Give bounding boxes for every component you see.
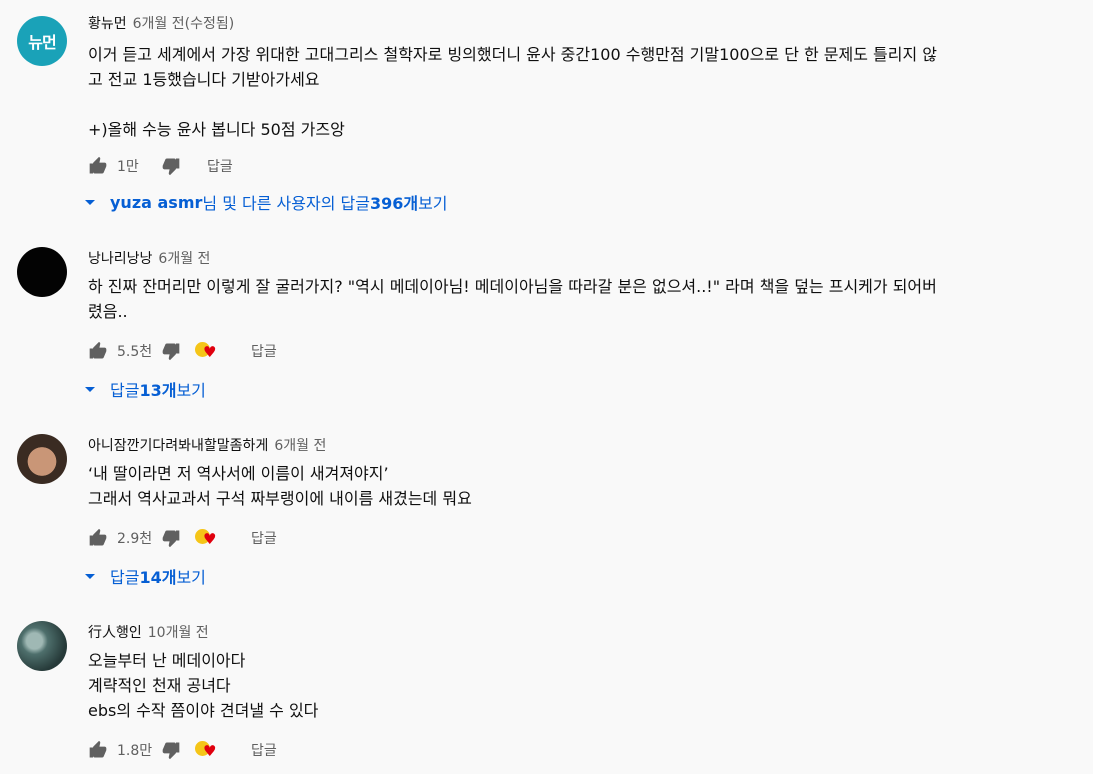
thumb-up-icon[interactable] (88, 740, 108, 760)
view-replies-button[interactable]: 답글 14개 보기 (85, 564, 206, 588)
author-name[interactable]: 行人행인 (88, 625, 142, 641)
creator-heart-icon: ♥ (195, 526, 221, 550)
comment-text: ‘내 딸이라면 저 역사서에 이름이 새겨져야지’ 그래서 역사교과서 구석 짜… (88, 464, 472, 508)
comment-text: 하 진짜 잔머리만 이렇게 잘 굴러가지? "역시 메데이아님! 메데이아님을 … (88, 277, 937, 321)
replies-tail: 보기 (418, 194, 448, 213)
comment-meta: 황뉴먼 6개월 전(수정됨) (88, 13, 234, 33)
avatar[interactable] (17, 434, 67, 484)
author-name[interactable]: 낭나리낭낭 (88, 251, 152, 267)
replies-count: 396개 (369, 194, 419, 213)
replies-text: 답글 (110, 381, 140, 400)
thumb-up-icon[interactable] (88, 341, 108, 361)
comment-actions: 1만 답글 (88, 154, 233, 178)
reply-button[interactable]: 답글 (207, 156, 233, 176)
thumb-down-icon[interactable] (161, 156, 181, 176)
view-replies-button[interactable]: yuza asmr 님 및 다른 사용자의 답글 396개 보기 (85, 190, 448, 214)
thumb-down-icon[interactable] (161, 740, 181, 760)
reply-button[interactable]: 답글 (251, 740, 277, 760)
thumb-down-icon[interactable] (161, 528, 181, 548)
view-replies-button[interactable]: 답글 13개 보기 (85, 377, 206, 401)
replies-tail: 보기 (176, 381, 206, 400)
replies-tail: 보기 (176, 568, 206, 587)
caret-down-icon (85, 573, 95, 579)
comment-meta: 낭나리낭낭 6개월 전 (88, 248, 210, 268)
like-count: 1.8만 (117, 743, 153, 759)
comment-time[interactable]: 6개월 전 (274, 438, 326, 454)
comment-actions: 2.9천 ♥ 답글 (88, 526, 277, 550)
reply-button[interactable]: 답글 (251, 341, 277, 361)
comment-time[interactable]: 10개월 전 (148, 625, 209, 641)
creator-heart-icon: ♥ (195, 339, 221, 363)
replies-text: 답글 (110, 568, 140, 587)
like-count: 1만 (117, 159, 139, 175)
replies-count: 14개 (139, 568, 177, 587)
avatar[interactable] (17, 621, 67, 671)
avatar[interactable]: 뉴먼 (17, 16, 67, 66)
thumb-up-icon[interactable] (88, 156, 108, 176)
comment-actions: 1.8만 ♥ 답글 (88, 738, 277, 762)
comment-meta: 行人행인 10개월 전 (88, 622, 209, 642)
comment-text: 오늘부터 난 메데이아다 계략적인 천재 공녀다 ebs의 수작 쯤이야 견뎌낼… (88, 651, 319, 720)
caret-down-icon (85, 386, 95, 392)
reply-author: yuza asmr (110, 192, 203, 212)
comment-text: 이거 듣고 세계에서 가장 위대한 고대그리스 철학자로 빙의했더니 윤사 중간… (88, 45, 938, 139)
comment-meta: 아니잠깐기다려봐내할말좀하게 6개월 전 (88, 435, 326, 455)
thumb-up-icon[interactable] (88, 528, 108, 548)
avatar[interactable] (17, 247, 67, 297)
author-name[interactable]: 황뉴먼 (88, 16, 127, 32)
caret-down-icon (85, 199, 95, 205)
like-count: 5.5천 (117, 344, 153, 360)
author-name[interactable]: 아니잠깐기다려봐내할말좀하게 (88, 438, 268, 454)
replies-count: 13개 (139, 381, 177, 400)
thumb-down-icon[interactable] (161, 341, 181, 361)
like-count: 2.9천 (117, 531, 153, 547)
reply-button[interactable]: 답글 (251, 528, 277, 548)
comment-time[interactable]: 6개월 전(수정됨) (133, 16, 235, 32)
replies-text: 님 및 다른 사용자의 답글 (202, 194, 370, 213)
comment-time[interactable]: 6개월 전 (158, 251, 210, 267)
creator-heart-icon: ♥ (195, 738, 221, 762)
comment-actions: 5.5천 ♥ 답글 (88, 339, 277, 363)
